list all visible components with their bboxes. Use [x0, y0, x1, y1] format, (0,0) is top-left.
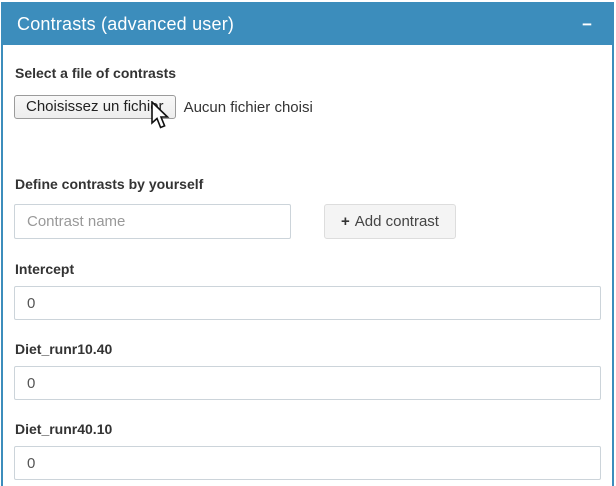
contrasts-page: Contrasts (advanced user) − Select a fil… — [0, 0, 616, 486]
choose-file-button[interactable]: Choisissez un fichier — [14, 95, 176, 119]
contrasts-panel: Contrasts (advanced user) − Select a fil… — [1, 2, 614, 486]
minus-icon: − — [582, 16, 592, 33]
add-contrast-label: Add contrast — [355, 213, 439, 230]
contrast-value-input-intercept[interactable] — [14, 286, 601, 320]
define-contrast-row: + Add contrast — [14, 204, 601, 239]
contrast-field-intercept: Intercept — [14, 261, 601, 320]
contrast-value-input-diet-runr10-40[interactable] — [14, 366, 601, 400]
file-section-label: Select a file of contrasts — [15, 65, 601, 81]
panel-header: Contrasts (advanced user) − — [3, 4, 612, 45]
contrast-field-diet-runr10-40: Diet_runr10.40 — [14, 341, 601, 400]
contrast-value-input-diet-runr40-10[interactable] — [14, 446, 601, 480]
contrast-field-label: Diet_runr40.10 — [15, 421, 601, 437]
plus-icon: + — [341, 213, 350, 230]
panel-body: Select a file of contrasts Choisissez un… — [3, 45, 612, 486]
file-input-row: Choisissez un fichier Aucun fichier choi… — [14, 95, 601, 119]
contrast-field-diet-runr40-10: Diet_runr40.10 — [14, 421, 601, 480]
contrast-name-input[interactable] — [14, 204, 291, 239]
contrast-field-label: Intercept — [15, 261, 601, 277]
collapse-button[interactable]: − — [576, 4, 598, 45]
add-contrast-button[interactable]: + Add contrast — [324, 204, 456, 239]
panel-title: Contrasts (advanced user) — [17, 14, 234, 35]
file-status-text: Aucun fichier choisi — [184, 99, 313, 116]
define-section-label: Define contrasts by yourself — [15, 176, 601, 192]
contrast-field-label: Diet_runr10.40 — [15, 341, 601, 357]
